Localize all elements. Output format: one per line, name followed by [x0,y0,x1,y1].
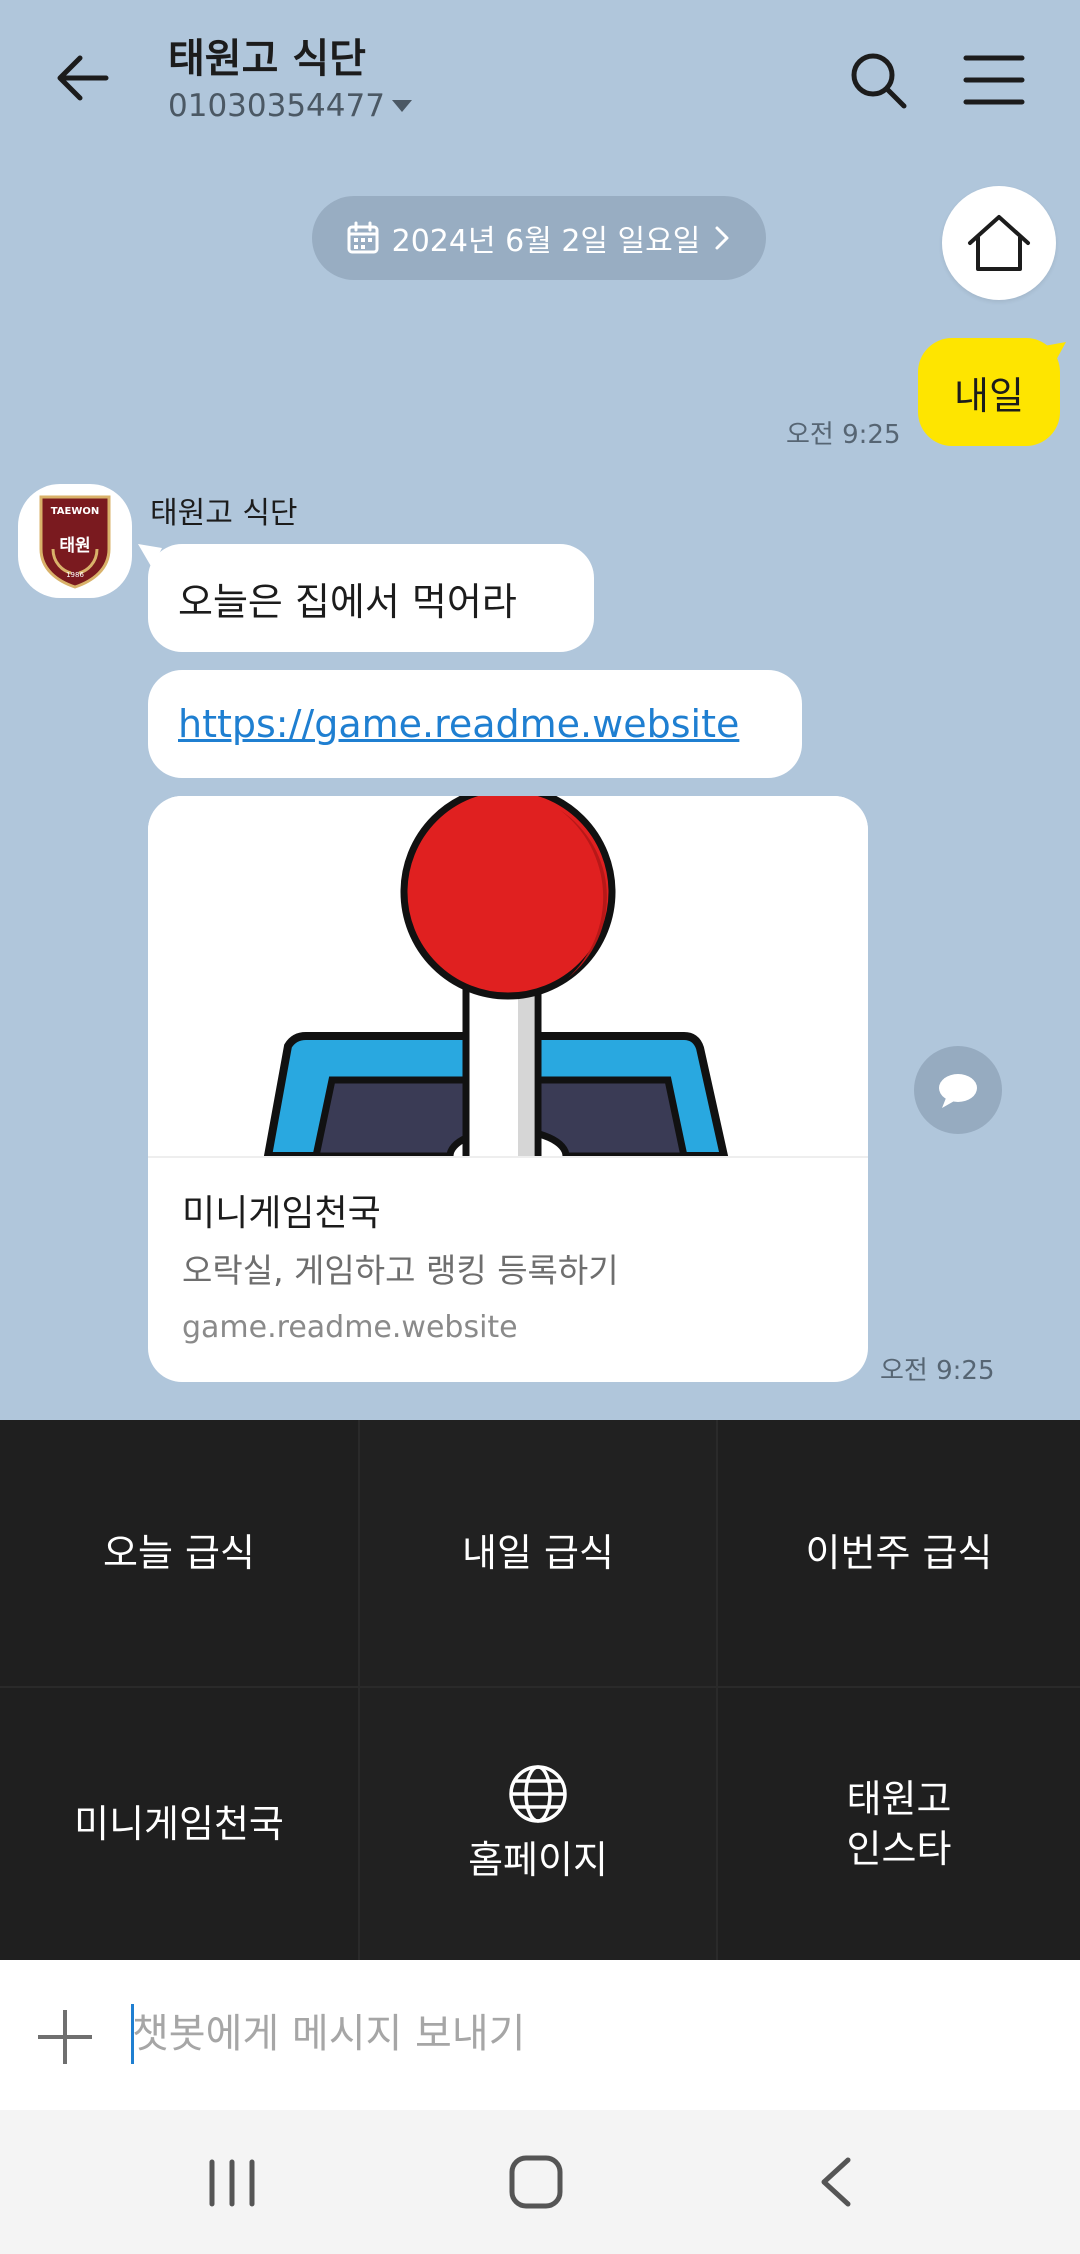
system-home-button[interactable] [508,2154,564,2210]
school-crest-logo: TAEWON 태원 1986 [39,495,111,589]
chat-subtitle[interactable]: 01030354477 [168,88,385,124]
link-preview-title: 미니게임천국 [182,1193,381,1234]
avatar[interactable]: TAEWON 태원 1986 [18,484,132,598]
system-navigation-bar [0,2110,1080,2254]
chat-title[interactable]: 태원고 식단 [168,26,366,84]
sender-name: 태원고 식단 [150,496,298,531]
speech-bubble-icon [939,1074,977,1108]
chat-header: 태원고 식단 01030354477 [0,0,1080,160]
message-input[interactable] [132,1996,1032,2072]
date-label: 2024년 6월 2일 일요일 [391,224,701,259]
arrow-left-icon [57,55,109,101]
outgoing-message[interactable]: 내일 [918,338,1060,446]
avatar-text-bottom: 1986 [66,571,84,579]
system-back-button[interactable] [816,2156,856,2208]
quick-reply-menu: 오늘 급식 내일 급식 이번주 급식 미니게임천국 홈페이지 태원고 인스타 [0,1420,1080,1960]
quick-reply-label: 미니게임천국 [74,1802,284,1846]
home-button[interactable] [942,186,1056,300]
link-preview-card[interactable]: 미니게임천국 오락실, 게임하고 랭킹 등록하기 game.readme.web… [148,796,868,1382]
quick-reply-label: 태원고 인스타 [846,1777,952,1871]
message-link[interactable]: https://game.readme.website [178,702,739,746]
attach-button[interactable] [36,2008,94,2066]
avatar-text-center: 태원 [59,536,90,556]
link-preview-domain: game.readme.website [182,1310,518,1345]
quick-reply-label: 이번주 급식 [805,1531,993,1575]
message-timestamp: 오전 9:25 [880,1356,995,1386]
quick-reply-this-week-meal[interactable]: 이번주 급식 [718,1420,1080,1688]
quick-reply-homepage[interactable]: 홈페이지 [360,1688,718,1960]
globe-icon [509,1765,567,1823]
link-preview-description: 오락실, 게임하고 랭킹 등록하기 [182,1251,619,1290]
share-button[interactable] [914,1046,1002,1134]
search-icon [851,53,907,109]
calendar-icon [347,221,379,254]
link-preview-image [148,796,868,1186]
search-button[interactable] [846,48,910,112]
plus-icon [38,2010,92,2064]
menu-button[interactable] [962,50,1026,110]
quick-reply-tomorrow-meal[interactable]: 내일 급식 [360,1420,718,1688]
incoming-link-message: https://game.readme.website [148,670,802,778]
home-square-icon [509,2155,563,2209]
avatar-text-top: TAEWON [51,506,100,517]
chevron-right-icon [715,226,729,250]
chevron-left-icon [821,2157,851,2207]
quick-reply-minigame[interactable]: 미니게임천국 [0,1688,360,1960]
joystick-illustration [263,796,729,1186]
recent-apps-icon [209,2159,255,2207]
home-icon [968,215,1030,271]
message-composer [0,1960,1080,2110]
hamburger-menu-icon [963,55,1025,105]
incoming-message[interactable]: 오늘은 집에서 먹어라 [148,544,594,652]
date-divider[interactable]: 2024년 6월 2일 일요일 [312,196,766,280]
back-button[interactable] [52,46,116,110]
card-divider [148,1156,868,1158]
quick-reply-instagram[interactable]: 태원고 인스타 [718,1688,1080,1960]
quick-reply-label: 오늘 급식 [103,1531,255,1575]
caret-down-icon[interactable] [392,100,412,112]
quick-reply-label: 홈페이지 [468,1838,608,1882]
incoming-message-text: 오늘은 집에서 먹어라 [178,579,517,624]
quick-reply-label: 내일 급식 [462,1531,614,1575]
outgoing-message-text: 내일 [954,373,1024,418]
message-timestamp: 오전 9:25 [786,420,901,450]
recent-apps-button[interactable] [206,2158,258,2208]
quick-reply-today-meal[interactable]: 오늘 급식 [0,1420,360,1688]
